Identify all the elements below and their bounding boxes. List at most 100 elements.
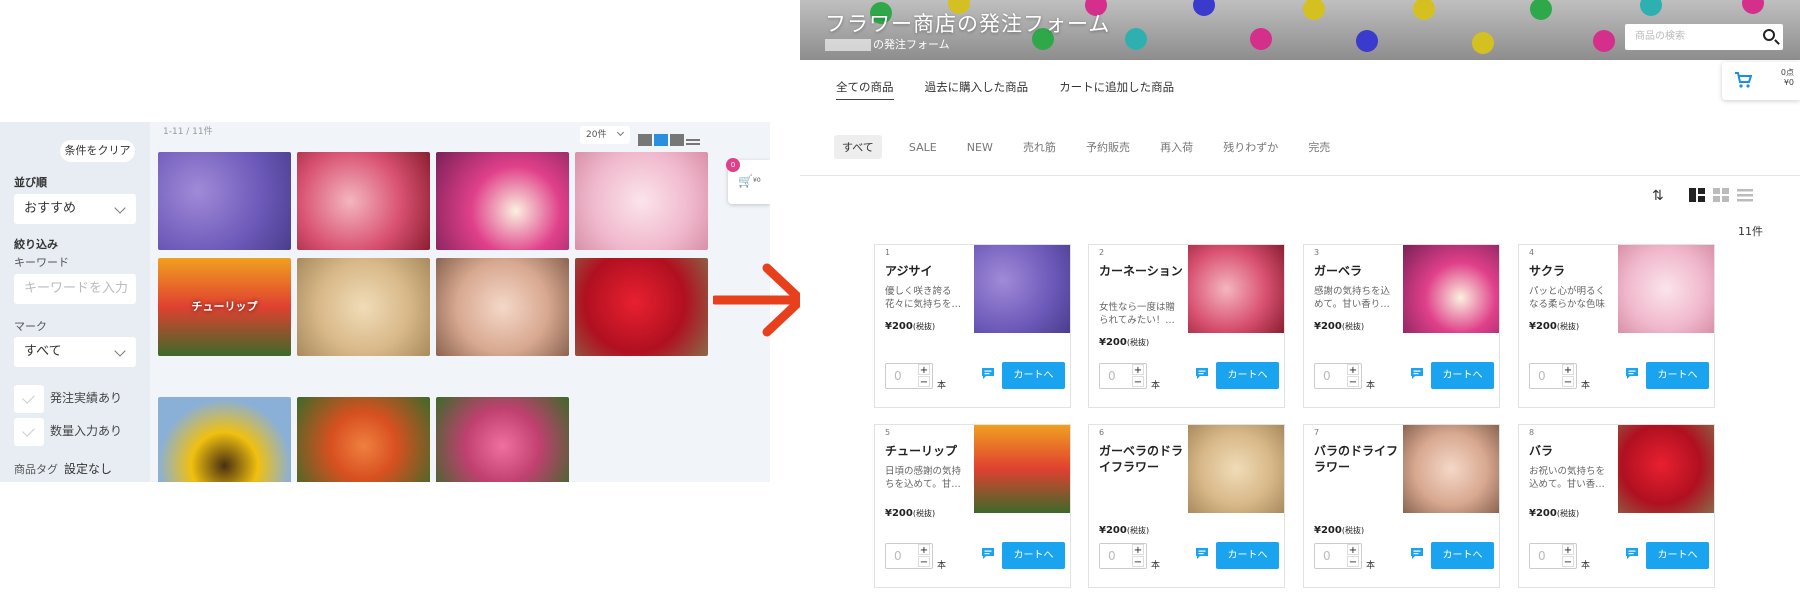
- quantity-minus-button[interactable]: −: [1562, 556, 1574, 568]
- cart-summary[interactable]: 0点 ¥0: [1722, 62, 1800, 100]
- product-tile-mixed[interactable]: [436, 397, 569, 482]
- checkbox-box[interactable]: [14, 417, 44, 446]
- product-image-dried-rose[interactable]: [1403, 425, 1499, 513]
- card-view-icon[interactable]: [1689, 188, 1705, 202]
- unit-label: 本: [1581, 381, 1591, 391]
- product-number: 3: [1314, 248, 1320, 257]
- chip-all[interactable]: すべて: [834, 135, 882, 159]
- product-name[interactable]: カーネーション: [1099, 263, 1189, 279]
- product-tile-carnation[interactable]: [297, 152, 430, 250]
- comment-icon[interactable]: [1625, 547, 1639, 559]
- add-to-cart-button[interactable]: カートへ: [1431, 542, 1494, 569]
- product-name[interactable]: サクラ: [1529, 263, 1619, 279]
- product-image-rose[interactable]: [1618, 425, 1714, 513]
- comment-icon[interactable]: [1410, 547, 1424, 559]
- quantity-minus-button[interactable]: −: [918, 376, 930, 388]
- large-grid-view-icon[interactable]: [638, 133, 652, 146]
- comment-icon[interactable]: [1625, 367, 1639, 379]
- product-name[interactable]: バラのドライフラワー: [1314, 443, 1404, 475]
- chip-preorder[interactable]: 予約販売: [1086, 135, 1130, 159]
- tab-purchased[interactable]: 過去に購入した商品: [925, 79, 1029, 99]
- product-description: 優しく咲き誇る花々に気持ちを…: [885, 286, 962, 310]
- quantity-minus-button[interactable]: −: [1132, 376, 1144, 388]
- product-name[interactable]: ガーベラのドライフラワー: [1099, 443, 1189, 475]
- product-name[interactable]: チューリップ: [885, 443, 975, 459]
- quantity-plus-button[interactable]: +: [1562, 544, 1574, 556]
- product-name[interactable]: バラ: [1529, 443, 1619, 459]
- keyword-input[interactable]: キーワードを入力: [14, 274, 136, 304]
- product-image-dried-gerbera[interactable]: [1188, 425, 1284, 513]
- price-value: ¥200: [1529, 508, 1557, 519]
- product-tile-dried-gerbera[interactable]: [297, 258, 430, 356]
- product-tile-dried-rose[interactable]: [436, 258, 569, 356]
- sort-icon[interactable]: ⇅: [1652, 188, 1664, 204]
- chip-restock[interactable]: 再入荷: [1160, 135, 1193, 159]
- floating-cart[interactable]: 0 🛒 ¥0: [726, 158, 770, 204]
- product-tile-lily[interactable]: [297, 397, 430, 482]
- chip-sale[interactable]: SALE: [909, 137, 937, 158]
- search-input[interactable]: 商品の検索: [1625, 24, 1783, 50]
- chip-new[interactable]: NEW: [967, 137, 993, 158]
- product-tile-hydrangea[interactable]: [158, 152, 291, 250]
- product-name[interactable]: ガーベラ: [1314, 263, 1404, 279]
- product-tile-sunflower[interactable]: [158, 397, 291, 482]
- quantity-minus-button[interactable]: −: [1347, 376, 1359, 388]
- add-to-cart-button[interactable]: カートへ: [1431, 362, 1494, 389]
- list-view-icon[interactable]: [670, 133, 684, 146]
- product-tile-sakura[interactable]: [575, 152, 708, 250]
- product-tile-tulip[interactable]: チューリップ: [158, 258, 291, 356]
- product-image-tulip[interactable]: [974, 425, 1070, 513]
- ordered-checkbox[interactable]: 発注実績あり: [14, 384, 122, 413]
- add-to-cart-button[interactable]: カートへ: [1646, 542, 1709, 569]
- quantity-plus-button[interactable]: +: [918, 364, 930, 376]
- quantity-minus-button[interactable]: −: [1562, 376, 1574, 388]
- search-icon[interactable]: [1763, 29, 1775, 41]
- tab-in-cart[interactable]: カートに追加した商品: [1059, 79, 1174, 99]
- comment-icon[interactable]: [981, 367, 995, 379]
- clear-filters-button[interactable]: 条件をクリア: [60, 140, 135, 162]
- quantity-plus-button[interactable]: +: [1132, 544, 1144, 556]
- checkbox-box[interactable]: [14, 384, 44, 413]
- quantity-minus-button[interactable]: −: [918, 556, 930, 568]
- quantity-plus-button[interactable]: +: [1347, 364, 1359, 376]
- product-tile-rose[interactable]: [575, 258, 708, 356]
- product-description: 女性なら一度は贈られてみたい！…: [1099, 302, 1176, 326]
- add-to-cart-button[interactable]: カートへ: [1002, 542, 1065, 569]
- product-image-sakura[interactable]: [1618, 245, 1714, 333]
- qty-checkbox[interactable]: 数量入力あり: [14, 417, 122, 446]
- quantity-plus-button[interactable]: +: [1347, 544, 1359, 556]
- grid-view-icon[interactable]: [654, 133, 668, 146]
- product-price: ¥200(税抜): [885, 508, 935, 519]
- sort-select[interactable]: おすすめ: [14, 194, 136, 224]
- add-to-cart-button[interactable]: カートへ: [1646, 362, 1709, 389]
- per-page-select[interactable]: 20件: [580, 126, 630, 144]
- tab-all-products[interactable]: 全ての商品: [836, 79, 894, 100]
- comment-icon[interactable]: [1195, 547, 1209, 559]
- product-image-gerbera[interactable]: [1403, 245, 1499, 333]
- mark-select[interactable]: すべて: [14, 337, 136, 367]
- product-tile-gerbera[interactable]: [436, 152, 569, 250]
- quantity-minus-button[interactable]: −: [1347, 556, 1359, 568]
- chip-sold-out[interactable]: 完売: [1308, 135, 1330, 159]
- mark-select-value: すべて: [24, 344, 62, 359]
- comment-icon[interactable]: [1410, 367, 1424, 379]
- product-image-hydrangea[interactable]: [974, 245, 1070, 333]
- grid-view-icon[interactable]: [1713, 188, 1729, 202]
- product-image-carnation[interactable]: [1188, 245, 1284, 333]
- chip-few-left[interactable]: 残りわずか: [1223, 135, 1278, 159]
- add-to-cart-button[interactable]: カートへ: [1002, 362, 1065, 389]
- comment-icon[interactable]: [1195, 367, 1209, 379]
- list-view-icon[interactable]: [1737, 188, 1753, 202]
- chip-bestseller[interactable]: 売れ筋: [1023, 135, 1056, 159]
- add-to-cart-button[interactable]: カートへ: [1216, 362, 1279, 389]
- product-name[interactable]: アジサイ: [885, 263, 975, 279]
- quantity-plus-button[interactable]: +: [918, 544, 930, 556]
- quantity-plus-button[interactable]: +: [1132, 364, 1144, 376]
- search-placeholder: 商品の検索: [1635, 31, 1685, 42]
- add-to-cart-button[interactable]: カートへ: [1216, 542, 1279, 569]
- chevron-down-icon: [114, 202, 126, 214]
- comment-icon[interactable]: [981, 547, 995, 559]
- compact-list-view-icon[interactable]: [686, 138, 700, 141]
- quantity-plus-button[interactable]: +: [1562, 364, 1574, 376]
- quantity-minus-button[interactable]: −: [1132, 556, 1144, 568]
